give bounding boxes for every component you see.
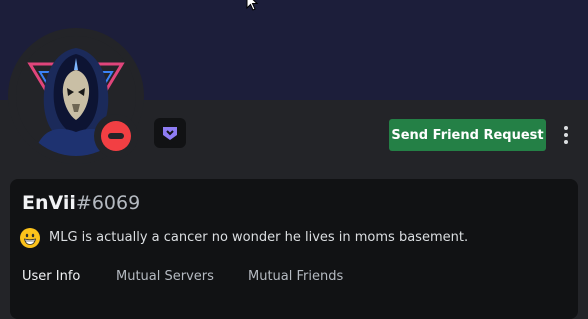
mouse-cursor-icon	[246, 0, 259, 11]
tab-user-info[interactable]: User Info	[22, 269, 80, 284]
username-display: EnVii#6069	[22, 192, 140, 214]
discriminator: #6069	[75, 192, 141, 214]
more-options-icon[interactable]	[556, 121, 576, 149]
username: EnVii	[22, 192, 76, 214]
send-friend-request-button[interactable]: Send Friend Request	[389, 119, 546, 151]
nitro-badge-icon[interactable]	[154, 118, 186, 148]
tab-mutual-servers[interactable]: Mutual Servers	[116, 269, 214, 284]
do-not-disturb-icon	[101, 121, 131, 151]
custom-status-text: MLG is actually a cancer no wonder he li…	[49, 230, 469, 245]
tab-mutual-friends[interactable]: Mutual Friends	[248, 269, 343, 284]
grinning-face-emoji-icon	[20, 228, 40, 248]
